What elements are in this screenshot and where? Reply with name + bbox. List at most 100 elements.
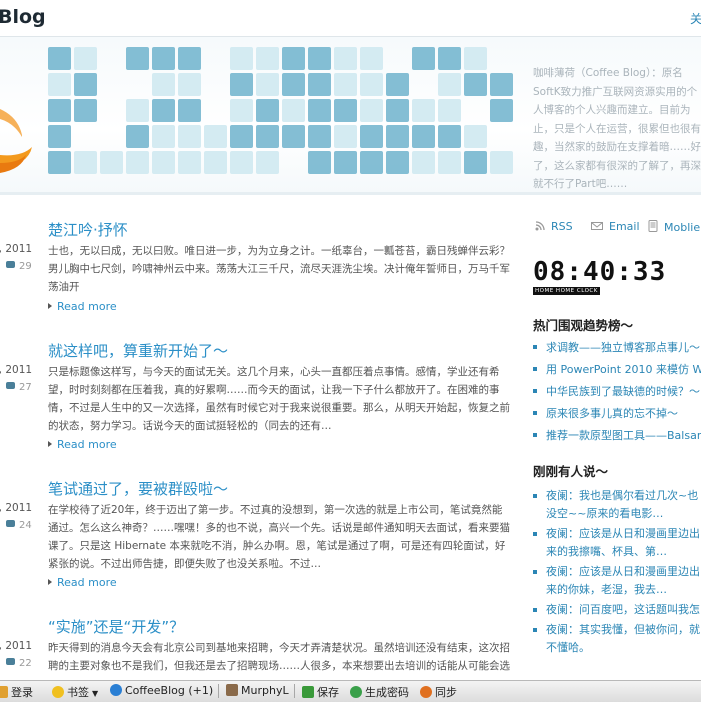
read-more-label: Read more [57,438,117,451]
star-icon [52,686,64,698]
comment-item[interactable]: 夜阑：我也是偶尔看过几次~也没空~~原来的看电影… [533,487,701,523]
comment-item[interactable]: 夜阑：其实我懂，但被你问，就不懂哈。 [533,621,701,657]
recent-comments-list: 夜阑：我也是偶尔看过几次~也没空~~原来的看电影… 夜阑：应该是从日和漫画里边出… [533,487,701,659]
bookmarks-label: 书签 [67,686,89,699]
comment-item[interactable]: 夜阑：问百度吧，这话题叫我怎么说… [533,601,701,619]
trending-item[interactable]: 求调教——独立博客那点事儿～ [533,337,701,359]
blog-title[interactable]: Blog [0,6,46,28]
post-comment-count[interactable]: 29 [6,261,32,272]
tab-label: CoffeeBlog (+1) [125,684,214,697]
post-comment-count[interactable]: 27 [6,382,32,393]
flash-clock: 08:40:33 [533,259,665,287]
login-button[interactable]: 登录 [0,684,33,700]
comment-count: 29 [19,261,32,272]
comment-text: 夜阑：问百度吧，这话题叫我怎么说… [546,603,700,616]
read-more-link[interactable]: Read more [48,576,117,589]
email-label: Email [609,220,640,233]
mobile-link[interactable]: Moblie [648,220,700,234]
blog-header: 咖啡薄荷（Coffee Blog）：原名SoftK致力推广互联网资源实用的个人博… [0,37,701,195]
post-date: 5, 2011 [0,502,33,514]
toolbar-divider [218,684,219,698]
ie-icon [110,684,122,696]
post-item: “实施”还是“开发”？ 5, 2011 22 昨天得到的消息今天会有北京公司到基… [0,616,520,676]
comment-count: 24 [19,520,32,531]
mobile-label: Moblie [664,221,701,234]
email-link[interactable]: Email [591,220,640,233]
user-murphyl[interactable]: MurphyL [226,684,289,697]
mail-icon [591,222,603,230]
arrow-right-icon [48,303,52,309]
comment-count: 27 [19,382,32,393]
comment-bubble-icon [6,261,15,268]
read-more-link[interactable]: Read more [48,300,117,313]
bullet-icon [533,367,537,371]
post-comment-count[interactable]: 24 [6,520,32,531]
profile-icon [226,684,238,696]
browser-toolbar: 登录 书签 ▼ CoffeeBlog (+1) MurphyL 保存 生成密码 同… [0,680,701,702]
generate-password-label: 生成密码 [365,686,409,699]
comment-text: 夜阑：其实我懂，但被你问，就不懂哈。 [546,623,700,654]
rss-link[interactable]: RSS [535,220,573,233]
save-button[interactable]: 保存 [302,684,339,700]
post-title[interactable]: “实施”还是“开发”？ [48,616,184,637]
sync-button[interactable]: 同步 [420,684,457,700]
read-more-link[interactable]: Read more [48,438,117,451]
post-date: 5, 2011 [0,640,33,652]
comment-bubble-icon [6,382,15,389]
post-excerpt: 士也，无以曰成，无以曰败。唯日进一步，为为立身之计。一纸辜台，一瓤苍苔，霸日残蝉… [48,245,510,293]
login-label: 登录 [11,686,33,699]
comment-text: 夜阑：我也是偶尔看过几次~也没空~~原来的看电影… [546,489,699,520]
trending-item-label: 推荐一款原型图工具——Balsamiq [546,429,701,442]
bullet-icon [533,345,537,349]
post-title[interactable]: 就这样吧，算重新开始了～ [48,340,228,361]
bullet-icon [533,494,537,498]
comment-bubble-icon [6,520,15,527]
read-more-label: Read more [57,300,117,313]
trending-item-label: 求调教——独立博客那点事儿～ [546,341,700,354]
arrow-right-icon [48,441,52,447]
bullet-icon [533,433,537,437]
post-title[interactable]: 笔试通过了，要被群殴啦～ [48,478,228,499]
bullet-icon [533,570,537,574]
sync-icon [420,686,432,698]
recent-comments-heading: 刚刚有人说～ [533,464,609,479]
top-bar: Blog 关 [0,0,701,37]
post-title[interactable]: 楚江吟·抒怀 [48,219,128,240]
comment-count: 22 [19,658,32,669]
trending-heading: 热门围观趋势榜～ [533,318,634,333]
post-date: 7, 2011 [0,364,33,376]
post-excerpt: 昨天得到的消息今天会有北京公司到基地来招聘，今天才弄清楚状况。虽然培训还没有结束… [48,642,510,672]
trending-item-label: 原来很多事儿真的忘不掉～ [546,407,678,420]
comment-text: 夜阑：应该是从日和漫画里边出来的我擦嘴、杯具、第… [546,527,700,558]
read-more-label: Read more [57,576,117,589]
post-comment-count[interactable]: 22 [6,658,32,669]
bookmarks-button[interactable]: 书签 ▼ [52,684,98,700]
logo-swoosh-icon [0,109,32,173]
post-date: 3, 2011 [0,243,33,255]
comment-item[interactable]: 夜阑：应该是从日和漫画里边出来的我擦嘴、杯具、第… [533,525,701,561]
tab-coffeeblog[interactable]: CoffeeBlog (+1) [110,684,213,697]
save-icon [302,686,314,698]
trending-item[interactable]: 中华民族到了最缺德的时候？～ [533,381,701,403]
sync-label: 同步 [435,686,457,699]
trending-item-label: 用 PowerPoint 2010 来模仿 Win8 [546,363,701,376]
key-icon [350,686,362,698]
trending-item-label: 中华民族到了最缺德的时候？～ [546,385,700,398]
user-label: MurphyL [241,684,289,697]
save-label: 保存 [317,686,339,699]
generate-password-button[interactable]: 生成密码 [350,684,409,700]
bullet-icon [533,608,537,612]
blog-intro: 咖啡薄荷（Coffee Blog）：原名SoftK致力推广互联网资源实用的个人博… [533,67,701,190]
user-icon [0,686,8,698]
trending-item[interactable]: 用 PowerPoint 2010 来模仿 Win8 [533,359,701,381]
post-excerpt: 在学校待了近20年，终于迈出了第一步。不过真的没想到，第一次选的就是上市公司，笔… [48,504,510,570]
bullet-icon [533,628,537,632]
trending-list: 求调教——独立博客那点事儿～ 用 PowerPoint 2010 来模仿 Win… [533,337,701,447]
post-excerpt: 只是标题像这样写，与今天的面试无关。这几个月来，心头一直都压着点事情。感情，学业… [48,366,510,432]
top-nav-link[interactable]: 关 [690,10,701,27]
clock-caption: HOME HOME CLOCK [533,287,600,295]
bullet-icon [533,389,537,393]
trending-item[interactable]: 推荐一款原型图工具——Balsamiq [533,425,701,447]
comment-item[interactable]: 夜阑：应该是从日和漫画里边出来的你妹，老湿，我去… [533,563,701,599]
trending-item[interactable]: 原来很多事儿真的忘不掉～ [533,403,701,425]
